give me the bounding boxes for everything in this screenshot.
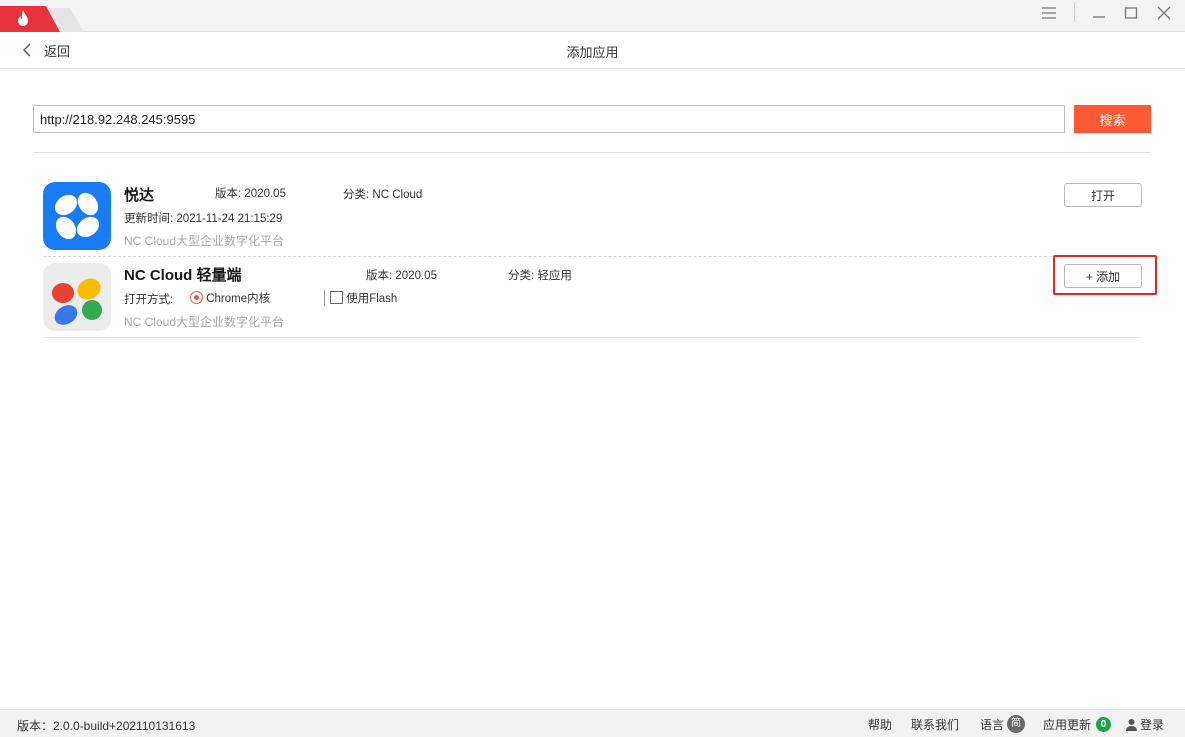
app-description: NC Cloud大型企业数字化平台 — [124, 234, 285, 248]
open-mode-label: 打开方式: — [124, 294, 174, 306]
app-name: NC Cloud 轻量端 — [124, 267, 242, 284]
contact-link[interactable]: 联系我们 — [911, 716, 959, 733]
status-bar: 版本：2.0.0-build+202110131613 帮助 联系我们 语言 简… — [0, 709, 1185, 737]
flame-icon — [18, 10, 28, 26]
minimize-icon[interactable] — [1085, 2, 1113, 24]
app-update-link[interactable]: 应用更新 0 — [1043, 716, 1112, 733]
update-count-badge: 0 — [1096, 717, 1112, 732]
build-version: 版本：2.0.0-build+202110131613 — [17, 719, 196, 733]
header: 返回 添加应用 — [0, 32, 1185, 69]
nc-cloud-app-icon — [43, 263, 111, 331]
app-update-time: 更新时间: 2021-11-24 21:15:29 — [124, 213, 283, 225]
window-controls-separator — [1074, 2, 1075, 22]
page-title: 添加应用 — [566, 45, 619, 60]
open-button[interactable]: 打开 — [1064, 183, 1142, 207]
language-selector[interactable]: 语言 简 — [980, 715, 1026, 733]
title-bar — [0, 0, 1185, 32]
search-button[interactable]: 搜索 — [1074, 105, 1151, 133]
app-list-item: 悦达 版本: 2020.05 分类: NC Cloud 更新时间: 2021-1… — [43, 176, 1142, 257]
use-flash-option[interactable]: 使用Flash — [330, 290, 397, 306]
app-version: 版本: 2020.05 — [215, 188, 286, 200]
app-list-item: NC Cloud 轻量端 版本: 2020.05 分类: 轻应用 打开方式: C… — [43, 258, 1142, 338]
app-version: 版本: 2020.05 — [366, 270, 437, 282]
app-category: 分类: 轻应用 — [508, 270, 572, 282]
radio-selected-icon — [190, 291, 203, 304]
add-button[interactable]: + 添加 — [1064, 264, 1142, 288]
yueda-app-icon — [43, 182, 111, 250]
help-link[interactable]: 帮助 — [868, 716, 892, 733]
close-icon[interactable] — [1150, 2, 1178, 24]
language-badge: 简 — [1007, 715, 1026, 733]
checkbox-icon — [330, 291, 343, 304]
option-separator — [324, 290, 325, 306]
maximize-icon[interactable] — [1117, 2, 1145, 24]
menu-icon[interactable] — [1035, 2, 1063, 24]
chrome-kernel-option[interactable]: Chrome内核 — [190, 290, 270, 306]
login-link[interactable]: 登录 — [1125, 716, 1164, 733]
app-name: 悦达 — [124, 187, 155, 204]
app-category: 分类: NC Cloud — [343, 189, 423, 201]
user-icon — [1126, 719, 1137, 731]
url-input[interactable] — [33, 105, 1065, 133]
app-description: NC Cloud大型企业数字化平台 — [124, 315, 285, 329]
divider — [33, 152, 1151, 153]
